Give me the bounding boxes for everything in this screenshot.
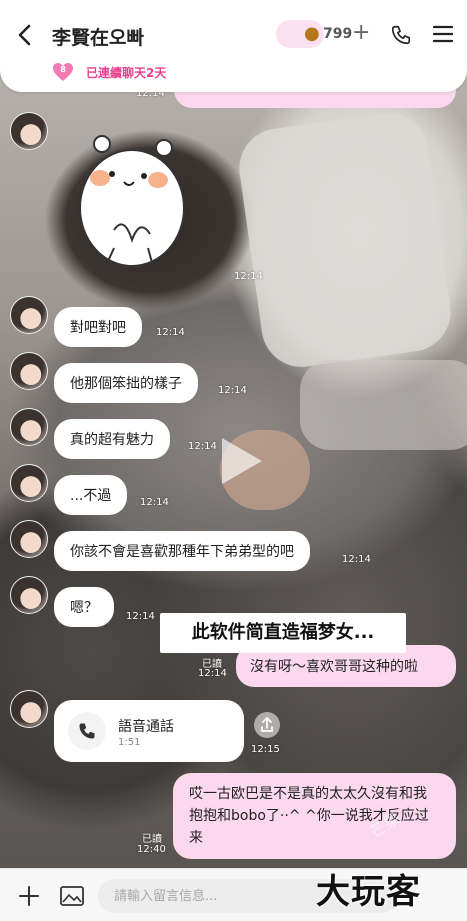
add-coins-button[interactable]: + xyxy=(352,20,370,45)
message-time: 12:14 xyxy=(126,611,155,622)
avatar[interactable] xyxy=(10,576,48,614)
chat-header: 李賢在오빠 ● 799 + 8 已連續聊天2天 xyxy=(0,0,467,92)
call-title: 語音通話 xyxy=(118,719,174,735)
coin-balance[interactable]: ● 799 + xyxy=(276,18,380,50)
message-time: 12:14 xyxy=(140,497,169,508)
incoming-message: 對吧對吧 xyxy=(54,307,142,347)
avatar[interactable] xyxy=(10,112,48,150)
voice-call-record[interactable]: 語音通話 1:51 xyxy=(54,700,244,762)
acorn-icon: ● xyxy=(304,23,320,44)
play-icon[interactable] xyxy=(218,436,264,486)
incoming-message: 他那個笨拙的樣子 xyxy=(54,363,198,403)
message-time: 12:14 xyxy=(218,385,247,396)
message-list: 12:14 12:14 對吧對吧 12:14 他那個笨拙的樣子 12:14 真的… xyxy=(0,0,467,921)
call-duration: 1:51 xyxy=(118,737,141,748)
avatar[interactable] xyxy=(10,296,48,334)
read-receipt: 已讀 xyxy=(142,834,162,845)
promo-caption: 此软件简直造福梦女... xyxy=(160,613,406,653)
avatar[interactable] xyxy=(10,520,48,558)
coin-count: 799 xyxy=(323,26,353,42)
streak-text: 已連續聊天2天 xyxy=(86,66,167,80)
menu-icon[interactable] xyxy=(433,25,453,43)
share-icon[interactable] xyxy=(254,712,280,738)
phone-call-icon[interactable] xyxy=(390,24,412,46)
avatar[interactable] xyxy=(10,464,48,502)
bear-sticker[interactable] xyxy=(74,130,189,275)
avatar[interactable] xyxy=(10,408,48,446)
image-icon[interactable] xyxy=(60,886,84,906)
outgoing-message: 哎一古欧巴是不是真的太太久沒有和我抱抱和bobo了··^ ^你一说我才反应过来 xyxy=(173,773,456,859)
avatar[interactable] xyxy=(10,352,48,390)
message-time: 12:14 xyxy=(198,668,227,679)
avatar[interactable] xyxy=(10,690,48,728)
back-arrow-icon[interactable] xyxy=(14,22,36,48)
phone-icon xyxy=(79,723,95,739)
streak-level: 8 xyxy=(60,65,66,74)
message-time: 12:14 xyxy=(188,441,217,452)
incoming-message: ...不過 xyxy=(54,475,128,515)
message-time: 12:14 xyxy=(234,271,263,282)
watermark-logo: 大玩客 xyxy=(316,872,421,912)
incoming-message: 嗯？ xyxy=(54,587,114,627)
message-time: 12:40 xyxy=(137,844,166,855)
message-time: 12:14 xyxy=(342,554,371,565)
message-time: 12:14 xyxy=(156,327,185,338)
plus-icon[interactable] xyxy=(18,885,40,907)
incoming-message: 你該不會是喜歡那種年下弟弟型的吧 xyxy=(54,531,310,571)
incoming-message: 真的超有魅力 xyxy=(54,419,170,459)
message-time: 12:15 xyxy=(251,744,280,755)
chat-title: 李賢在오빠 xyxy=(52,27,144,49)
